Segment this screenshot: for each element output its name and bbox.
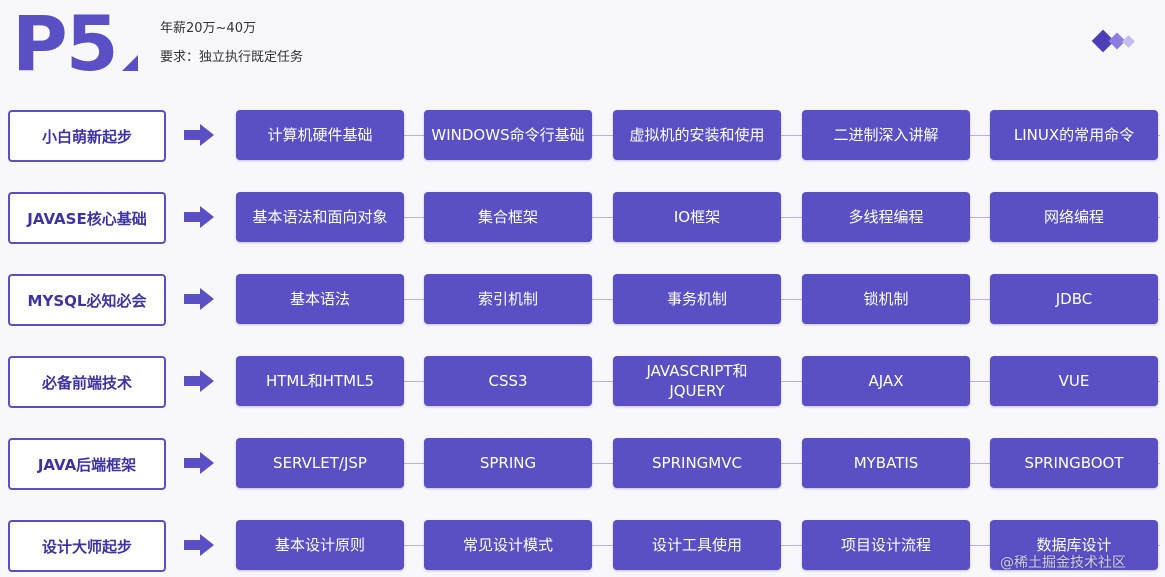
topic-box: 基本语法和面向对象 [236,192,404,242]
topic-label: 基本设计原则 [274,536,365,554]
topic-box: SERVLET/JSP [236,438,404,488]
topic-box: SPRING [424,438,592,488]
topic-box: 集合框架 [424,192,592,242]
topic-label: 多线程编程 [848,208,924,226]
arrow-right-icon [184,452,214,474]
topic-label: WINDOWS命令行基础 [431,126,585,144]
topic-box: 基本设计原则 [236,520,404,570]
topic-box: 计算机硬件基础 [236,110,404,160]
topic-label: 基本语法 [289,290,350,308]
topic-label: 锁机制 [863,290,909,308]
arrow-right-icon [184,206,214,228]
topic-box: CSS3 [424,356,592,406]
topic-box: AJAX [802,356,970,406]
arrow-right-icon [184,124,214,146]
arrow-right-icon [184,370,214,392]
topic-box: 锁机制 [802,274,970,324]
topic-box: 虚拟机的安装和使用 [613,110,781,160]
arrow-right-icon [184,288,214,310]
topic-label: 二进制深入讲解 [833,126,939,144]
topic-label: JDBC [1055,290,1093,308]
category-box: 设计大师起步 [8,520,166,572]
category-box: JAVASE核心基础 [8,192,166,244]
topic-label: 常见设计模式 [462,536,553,554]
topic-box: 设计工具使用 [613,520,781,570]
topic-label: SPRING [479,454,537,472]
topic-label: SPRINGMVC [652,454,742,472]
corner-mark-icon [122,55,138,71]
topic-box: JAVASCRIPT和 JQUERY [613,356,781,406]
topic-box: LINUX的常用命令 [990,110,1158,160]
topic-box: 索引机制 [424,274,592,324]
topic-label: 虚拟机的安装和使用 [629,126,765,144]
roadmap-row: 必备前端技术 HTML和HTML5 CSS3 JAVASCRIPT和 JQUERY AJ… [0,356,1165,408]
topic-label: JAVASCRIPT和 JQUERY [646,362,748,400]
salary-text: 年薪20万~40万 [160,21,256,36]
category-box: 小白萌新起步 [8,110,166,162]
roadmap-row: JAVASE核心基础 基本语法和面向对象 集合框架 IO框架 多线程编程 网络编程 [0,192,1165,244]
topic-box: IO框架 [613,192,781,242]
roadmap-row: 小白萌新起步 计算机硬件基础 WINDOWS命令行基础 虚拟机的安装和使用 二进制深入讲… [0,110,1165,162]
topic-box: 事务机制 [613,274,781,324]
roadmap-row: MYSQL必知必会 基本语法 索引机制 事务机制 锁机制 JDBC [0,274,1165,326]
arrow-right-icon [184,534,214,556]
topic-label: 索引机制 [477,290,538,308]
level-title: P5 [12,0,119,88]
topic-label: SPRINGBOOT [1024,454,1124,472]
topic-box: 常见设计模式 [424,520,592,570]
watermark: @稀土掘金技术社区 [1000,555,1126,571]
topic-label: 基本语法和面向对象 [252,208,388,226]
topic-label: IO框架 [673,208,721,226]
topic-label: 事务机制 [666,290,727,308]
roadmap-row: JAVA后端框架 SERVLET/JSP SPRING SPRINGMVC MYBATI… [0,438,1165,490]
topic-label: 设计工具使用 [651,536,742,554]
topic-box: SPRINGMVC [613,438,781,488]
topic-label: AJAX [868,372,904,390]
topic-label: LINUX的常用命令 [1013,126,1135,144]
category-box: JAVA后端框架 [8,438,166,490]
topic-box: JDBC [990,274,1158,324]
topic-label: VUE [1058,372,1090,390]
topic-box: 多线程编程 [802,192,970,242]
category-box: 必备前端技术 [8,356,166,408]
topic-box: 二进制深入讲解 [802,110,970,160]
topic-box: 网络编程 [990,192,1158,242]
topic-box: HTML和HTML5 [236,356,404,406]
requirement-text: 要求：独立执行既定任务 [160,50,304,65]
topic-label: MYBATIS [853,454,919,472]
topic-box: MYBATIS [802,438,970,488]
diamond-logo-icon [1091,29,1151,54]
topic-label: 项目设计流程 [840,536,931,554]
topic-label: CSS3 [488,372,528,390]
topic-box: 基本语法 [236,274,404,324]
category-box: MYSQL必知必会 [8,274,166,326]
topic-label: SERVLET/JSP [273,454,367,472]
topic-label: 网络编程 [1043,208,1104,226]
topic-label: 计算机硬件基础 [267,126,373,144]
topic-label: 集合框架 [477,208,538,226]
topic-box: WINDOWS命令行基础 [424,110,592,160]
topic-label: HTML和HTML5 [265,372,375,390]
topic-box: VUE [990,356,1158,406]
roadmap-row: 设计大师起步 基本设计原则 常见设计模式 设计工具使用 项目设计流程 数据库设计 [0,520,1165,572]
topic-box: 项目设计流程 [802,520,970,570]
topic-box: SPRINGBOOT [990,438,1158,488]
